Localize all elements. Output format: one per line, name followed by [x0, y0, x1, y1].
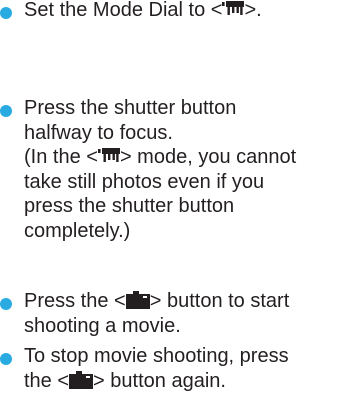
step-line: press the shutter button	[24, 195, 235, 217]
step-line: take still photos even if you	[24, 170, 265, 193]
step-line: (In the < > mode, you cannot	[24, 146, 297, 168]
movie-camera-icon	[97, 148, 120, 165]
step-text: Press the < > button to start shooting a …	[24, 289, 289, 338]
instruction-page: Set the Mode Dial to < >. Press the shutt…	[0, 0, 348, 409]
step-line: Set the Mode Dial to < >.	[24, 0, 262, 21]
live-view-shooting-button-icon	[125, 291, 150, 309]
bullet-icon	[0, 353, 12, 365]
step-text: To stop movie shooting, press the < > but…	[24, 344, 289, 393]
step-line: completely.)	[24, 219, 131, 242]
movie-camera-icon	[222, 1, 245, 18]
step-line: halfway to focus.	[24, 121, 173, 144]
bullet-icon	[0, 105, 12, 117]
live-view-shooting-button-icon	[69, 370, 94, 389]
step-text: Press the shutter button halfway to focu…	[24, 96, 296, 243]
step-line: Press the < > button to start	[24, 290, 290, 312]
step-line: shooting a movie.	[24, 314, 181, 337]
step-line: Press the shutter button	[24, 97, 237, 119]
bullet-icon	[0, 7, 12, 19]
bullet-icon	[0, 298, 12, 310]
step-line: the < > button again.	[24, 369, 226, 392]
step-text: Set the Mode Dial to < >.	[24, 0, 262, 23]
step-line: To stop movie shooting, press	[24, 345, 289, 367]
